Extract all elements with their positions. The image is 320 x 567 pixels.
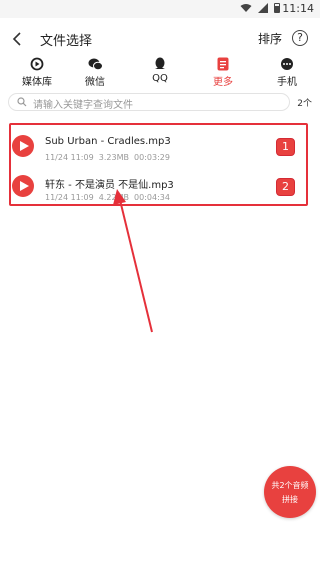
page-title: 文件选择	[40, 34, 93, 49]
tab-label: 媒体库	[22, 77, 52, 88]
phone-icon	[281, 58, 293, 70]
source-tabs: 媒体库 微信 QQ 更多 手机	[0, 57, 320, 91]
tab-phone[interactable]: 手机	[262, 57, 312, 88]
tab-media-library[interactable]: 媒体库	[12, 57, 62, 88]
tab-wechat[interactable]: 微信	[70, 57, 120, 88]
file-count: 2个	[297, 99, 312, 109]
back-arrow-icon[interactable]	[10, 31, 26, 47]
annotation-highlight-box	[9, 123, 308, 206]
merge-button-line2: 拼接	[282, 495, 298, 504]
search-input[interactable]: 请输入关键字查询文件	[8, 93, 290, 111]
qq-icon	[155, 57, 165, 69]
wifi-icon	[240, 4, 252, 12]
tab-label: 更多	[213, 77, 233, 88]
sort-button[interactable]: 排序	[258, 30, 282, 47]
more-doc-icon	[217, 57, 229, 71]
media-library-icon	[30, 57, 44, 71]
header: 文件选择 排序 ?	[0, 18, 320, 60]
signal-icon	[258, 3, 268, 13]
battery-icon	[274, 3, 280, 13]
tab-more[interactable]: 更多	[198, 57, 248, 88]
search-placeholder: 请输入关键字查询文件	[33, 100, 133, 111]
tab-label: 手机	[277, 77, 297, 88]
merge-button-line1: 共2个音频	[271, 481, 309, 490]
tab-label: 微信	[85, 77, 105, 88]
tab-qq[interactable]: QQ	[135, 57, 185, 84]
merge-audio-button[interactable]: 共2个音频 拼接	[264, 466, 316, 518]
status-icons	[240, 3, 280, 13]
tab-label: QQ	[152, 73, 168, 84]
help-icon[interactable]: ?	[292, 30, 308, 46]
search-icon	[17, 97, 27, 107]
status-time: 11:14	[282, 2, 314, 15]
status-bar: 11:14	[0, 0, 320, 18]
wechat-icon	[88, 58, 103, 71]
